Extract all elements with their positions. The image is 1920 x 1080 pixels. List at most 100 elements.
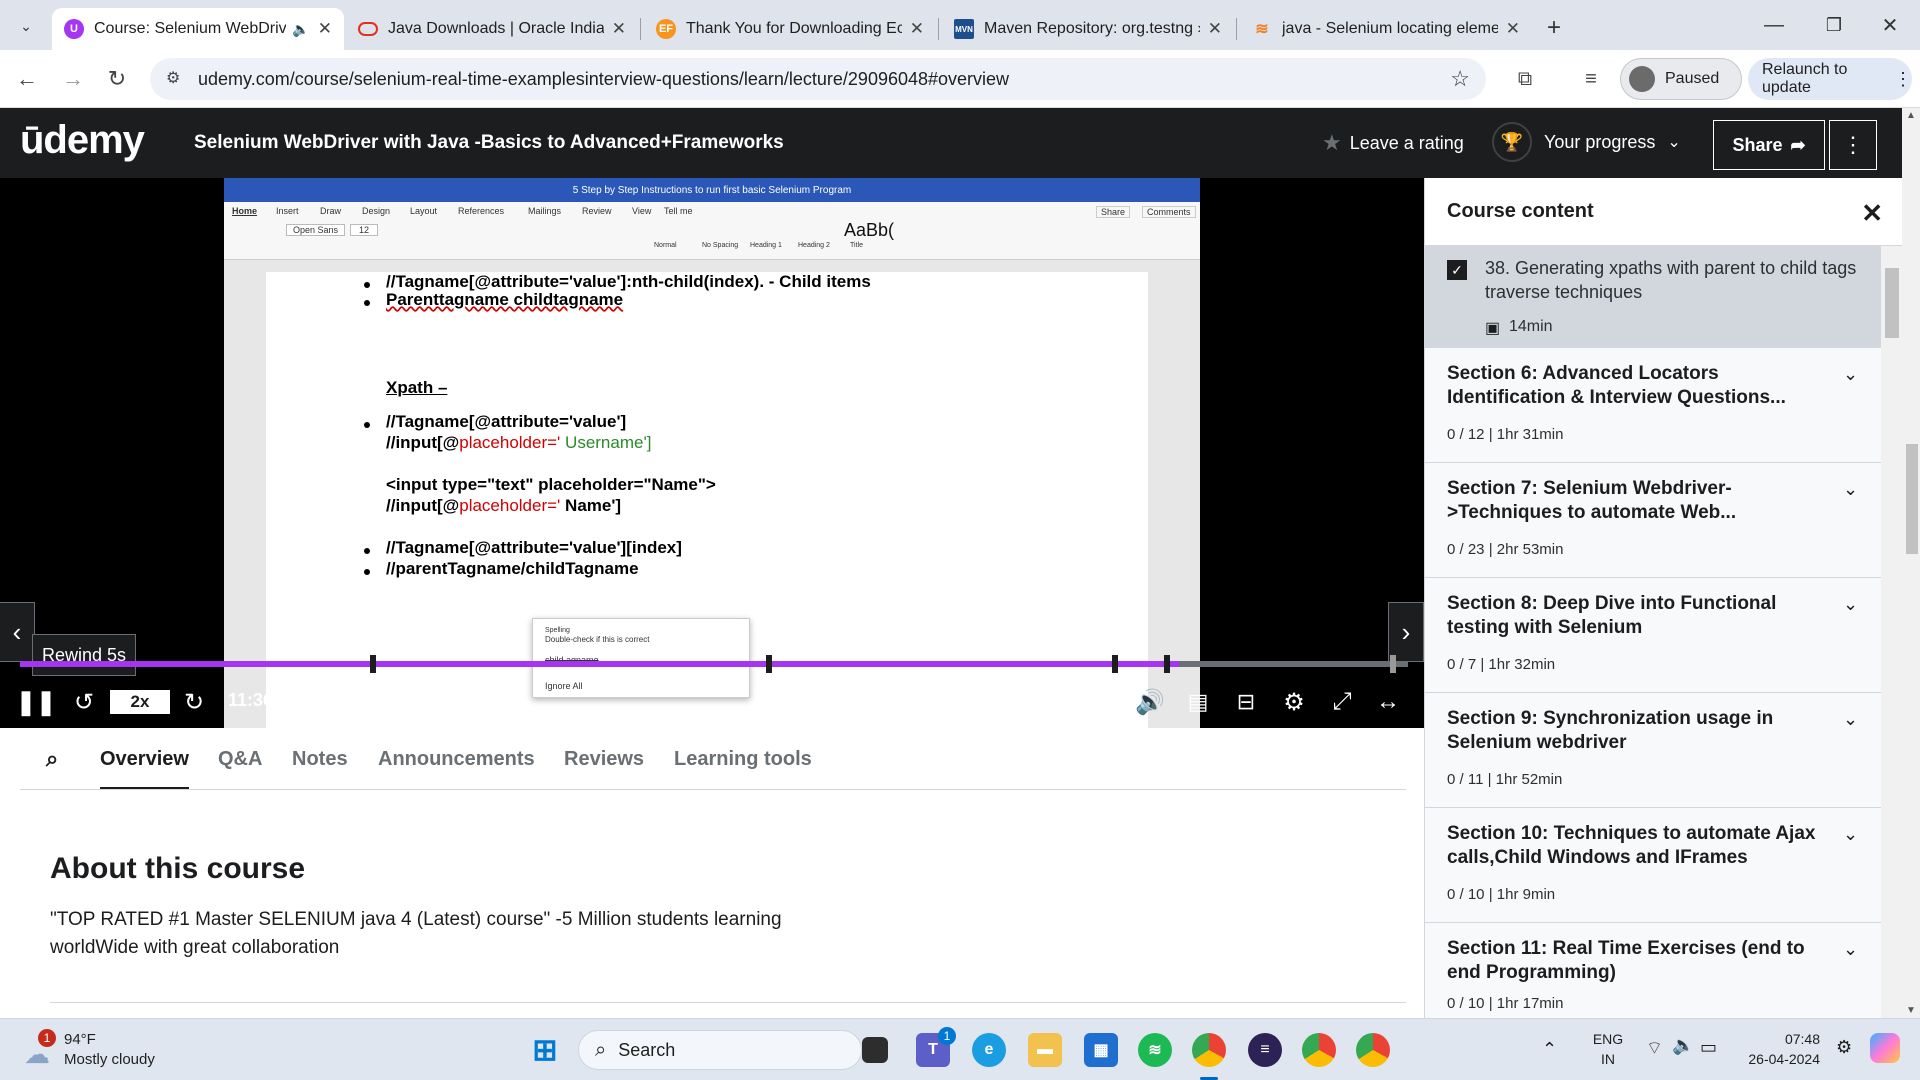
section-7[interactable]: Section 7: Selenium Webdriver->Technique…	[1425, 463, 1881, 578]
restore-window-button[interactable]: ❐	[1814, 10, 1854, 40]
word-ribbon: Home Insert Draw Design Layout Reference…	[224, 202, 1200, 260]
settings-gear-icon[interactable]: ⚙	[1276, 684, 1312, 720]
relaunch-button[interactable]: Relaunch to update ⋮	[1748, 58, 1912, 100]
ribbon-tab: Design	[362, 206, 391, 216]
tab-overview[interactable]: Overview	[100, 748, 189, 789]
page-scroll-up-icon[interactable]: ▲	[1906, 110, 1916, 121]
file-explorer-icon[interactable]: ▬	[1028, 1033, 1062, 1067]
browser-tab-stackoverflow[interactable]: ≋ java - Selenium locating elemen ✕	[1240, 8, 1532, 50]
pause-button[interactable]: ❚❚	[16, 684, 56, 720]
volume-icon[interactable]: 🔈	[1672, 1035, 1694, 1056]
taskbar-search[interactable]: ⌕ Search	[578, 1030, 862, 1070]
bullet	[364, 282, 370, 288]
chrome-profile-icon[interactable]	[1192, 1033, 1226, 1067]
tab-notes[interactable]: Notes	[292, 748, 348, 771]
add-note-icon[interactable]: ✎	[352, 684, 388, 720]
tab-qa[interactable]: Q&A	[218, 748, 262, 771]
close-icon[interactable]: ✕	[1861, 198, 1883, 229]
chrome-icon[interactable]	[1302, 1033, 1336, 1067]
wifi-icon[interactable]: ⌔	[1646, 1037, 1663, 1060]
notification-icon[interactable]: ⚙	[1836, 1037, 1852, 1058]
forward-button[interactable]: →	[58, 64, 88, 94]
extensions-icon[interactable]: ⧉	[1510, 64, 1540, 94]
share-label: Share	[1732, 134, 1783, 155]
edge-icon[interactable]: e	[972, 1033, 1006, 1067]
close-tab-icon[interactable]: ✕	[318, 19, 332, 39]
previous-lecture-button[interactable]: ‹	[0, 602, 35, 662]
page-scroll-down-icon[interactable]: ▼	[1906, 1005, 1916, 1016]
section-10[interactable]: Section 10: Techniques to automate Ajax …	[1425, 808, 1881, 923]
minimize-window-button[interactable]: —	[1754, 10, 1794, 40]
language-indicator[interactable]: ENG IN	[1586, 1029, 1630, 1069]
browser-tab-java-downloads[interactable]: Java Downloads | Oracle India ✕	[346, 8, 638, 50]
profile-button[interactable]: Paused	[1620, 58, 1742, 100]
eclipse-icon[interactable]: ≡	[1248, 1033, 1282, 1067]
close-tab-icon[interactable]: ✕	[910, 19, 924, 39]
media-controls-icon[interactable]: ≡	[1576, 64, 1606, 94]
share-button[interactable]: Share ➦	[1713, 120, 1825, 170]
progress-button[interactable]: 🏆 Your progress ⌄	[1492, 122, 1681, 162]
weather-widget[interactable]: ☁ 1 94°F Mostly cloudy	[20, 1027, 200, 1073]
url-field[interactable]: ⚙ udemy.com/course/selenium-real-time-ex…	[150, 58, 1486, 100]
doc-line: //parentTagname/childTagname	[386, 559, 639, 578]
current-lecture-item[interactable]: ✓ 38. Generating xpaths with parent to c…	[1425, 246, 1881, 348]
store-icon[interactable]: ▦	[1084, 1033, 1118, 1067]
close-tab-icon[interactable]: ✕	[1506, 19, 1520, 39]
chrome-icon[interactable]	[1356, 1033, 1390, 1067]
doc-line: //Tagname[@attribute='value']	[386, 412, 627, 431]
chapter-marker	[766, 655, 772, 673]
section-9[interactable]: Section 9: Synchronization usage in Sele…	[1425, 693, 1881, 808]
close-tab-icon[interactable]: ✕	[1208, 19, 1222, 39]
page-scroll-thumb[interactable]	[1906, 444, 1918, 554]
tab-reviews[interactable]: Reviews	[564, 748, 644, 771]
section-8[interactable]: Section 8: Deep Dive into Functional tes…	[1425, 578, 1881, 693]
video-progress-bar[interactable]	[20, 655, 1408, 673]
chevron-down-icon: ⌄	[1843, 824, 1859, 844]
section-6[interactable]: Section 6: Advanced Locators Identificat…	[1425, 348, 1881, 463]
video-player[interactable]: 5 Step by Step Instructions to run first…	[0, 178, 1424, 728]
rewind-5s-button[interactable]: ↺	[66, 684, 102, 720]
video-controls: ❚❚ ↺ 2x ↻ 11:36 / 13:51 ✎ 🔊 ▤ ⊟ ⚙ ⤢ ↔	[0, 678, 1424, 728]
browser-tab-eclipse[interactable]: EF Thank You for Downloading Ecli ✕	[644, 8, 936, 50]
course-title[interactable]: Selenium WebDriver with Java -Basics to …	[194, 132, 784, 154]
expand-width-icon[interactable]: ↔	[1370, 684, 1406, 720]
speaker-icon[interactable]: 🔈	[292, 21, 309, 38]
spotify-icon[interactable]: ≋	[1138, 1033, 1172, 1067]
task-view-icon[interactable]	[862, 1037, 888, 1063]
page-scrollbar[interactable]: ▲ ▼	[1902, 108, 1920, 1018]
tab-announcements[interactable]: Announcements	[378, 748, 535, 771]
tab-list-button[interactable]: ⌄	[12, 12, 40, 40]
sidebar-scrollbar[interactable]	[1881, 246, 1903, 1018]
sidebar-scroll-thumb[interactable]	[1885, 268, 1899, 338]
search-icon[interactable]: ⌕	[46, 746, 58, 772]
section-11[interactable]: Section 11: Real Time Exercises (end to …	[1425, 923, 1881, 1018]
browser-tab-udemy[interactable]: U Course: Selenium WebDrive 🔈 ✕	[52, 8, 344, 50]
new-tab-button[interactable]: +	[1538, 12, 1570, 44]
clock[interactable]: 07:48 26-04-2024	[1730, 1029, 1820, 1069]
lecture-checkbox[interactable]: ✓	[1447, 260, 1467, 280]
reload-button[interactable]: ↻	[102, 64, 132, 94]
show-hidden-icons[interactable]: ⌃	[1542, 1039, 1557, 1060]
playback-speed-button[interactable]: 2x	[110, 690, 170, 714]
leave-rating-button[interactable]: ★ Leave a rating	[1322, 130, 1464, 156]
captions-icon[interactable]: ⊟	[1228, 684, 1264, 720]
doc-fragment: Username']	[560, 433, 652, 452]
udemy-logo[interactable]: ūdemy	[20, 118, 145, 163]
fullscreen-icon[interactable]: ⤢	[1324, 684, 1360, 720]
tab-learning-tools[interactable]: Learning tools	[674, 748, 812, 771]
next-lecture-button[interactable]: ›	[1388, 602, 1424, 662]
font-name-box: Open Sans	[286, 224, 346, 236]
windows-start-icon[interactable]: ⊞	[528, 1033, 562, 1067]
browser-tab-maven[interactable]: MVN Maven Repository: org.testng » ✕	[942, 8, 1234, 50]
transcript-icon[interactable]: ▤	[1180, 684, 1216, 720]
copilot-icon[interactable]	[1870, 1033, 1900, 1063]
close-tab-icon[interactable]: ✕	[612, 19, 626, 39]
close-window-button[interactable]: ✕	[1870, 10, 1910, 40]
more-options-button[interactable]: ⋮	[1829, 120, 1877, 170]
back-button[interactable]: ←	[12, 64, 42, 94]
forward-5s-button[interactable]: ↻	[176, 684, 212, 720]
battery-icon[interactable]: ▭	[1700, 1037, 1717, 1058]
site-info-icon[interactable]: ⚙	[166, 68, 180, 88]
volume-icon[interactable]: 🔊	[1132, 684, 1168, 720]
bookmark-star-icon[interactable]: ☆	[1450, 66, 1470, 92]
